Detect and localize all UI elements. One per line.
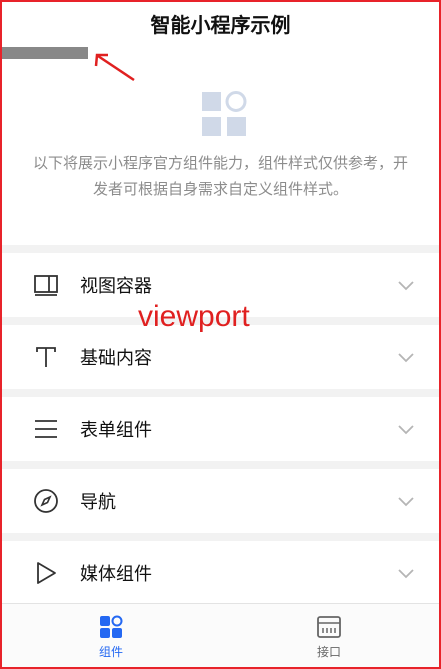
section-divider — [2, 245, 439, 253]
list-item-media-components[interactable]: 媒体组件 — [2, 541, 439, 605]
section-divider — [2, 389, 439, 397]
play-icon — [37, 562, 56, 584]
section-divider — [2, 533, 439, 541]
list-item-form-components[interactable]: 表单组件 — [2, 397, 439, 461]
loading-bar — [2, 47, 88, 59]
tab-api[interactable]: 接口 — [220, 604, 438, 668]
components-logo-icon — [202, 91, 247, 136]
list-item-label: 表单组件 — [80, 420, 152, 441]
tab-label: 接口 — [316, 645, 341, 659]
api-icon — [317, 616, 341, 638]
form-lines-icon — [35, 420, 57, 438]
compass-icon — [34, 489, 58, 513]
chevron-down-icon — [398, 281, 414, 291]
list-item-label: 基础内容 — [80, 348, 152, 369]
list-item-navigation[interactable]: 导航 — [2, 469, 439, 533]
text-t-icon — [36, 347, 56, 367]
tab-bar: 组件 接口 — [2, 603, 439, 667]
tab-components[interactable]: 组件 — [2, 604, 220, 668]
list-item-label: 媒体组件 — [80, 564, 152, 585]
view-container-icon — [34, 275, 58, 296]
list-item-basic-content[interactable]: 基础内容 — [2, 325, 439, 389]
chevron-down-icon — [398, 569, 414, 579]
list-item-label: 视图容器 — [80, 276, 152, 297]
chevron-down-icon — [398, 497, 414, 507]
viewport-annotation-label: viewport — [138, 300, 250, 333]
page-title: 智能小程序示例 — [150, 12, 291, 37]
intro-text: 以下将展示小程序官方组件能力，组件样式仅供参考，开发者可根据自身需求自定义组件样… — [32, 154, 408, 198]
components-icon — [100, 615, 123, 638]
list-item-label: 导航 — [80, 492, 116, 513]
section-divider — [2, 461, 439, 469]
tab-label: 组件 — [98, 645, 123, 659]
annotation-arrow-icon — [94, 53, 135, 82]
chevron-down-icon — [398, 353, 414, 363]
chevron-down-icon — [398, 425, 414, 435]
